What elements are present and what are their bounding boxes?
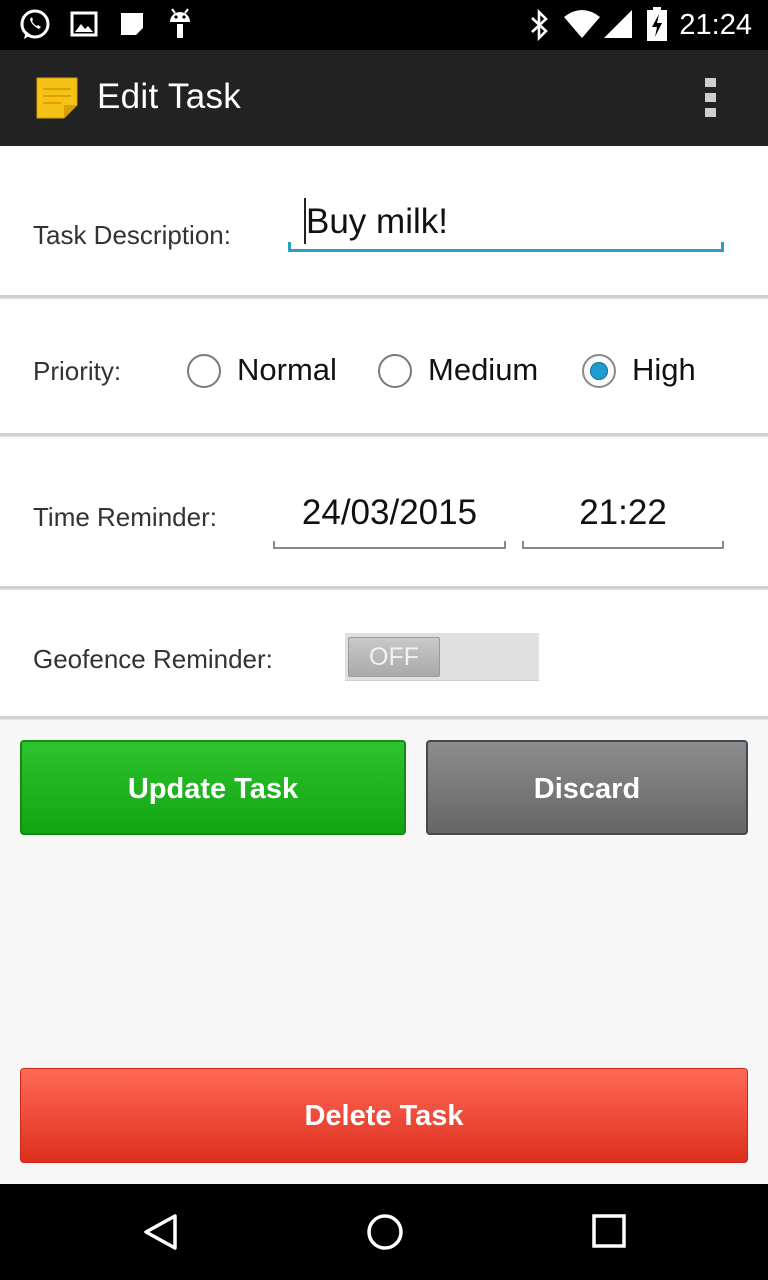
- time-picker[interactable]: 21:22: [522, 493, 724, 549]
- geofence-label: Geofence Reminder:: [33, 644, 273, 674]
- radio-high-label: High: [632, 352, 696, 387]
- task-description-label: Task Description:: [33, 220, 231, 250]
- switch-thumb: OFF: [348, 637, 440, 677]
- android-icon: [166, 6, 194, 47]
- update-task-button[interactable]: Update Task: [20, 740, 406, 835]
- note-icon: [118, 10, 146, 43]
- battery-charging-icon: [646, 6, 668, 47]
- radio-medium-label: Medium: [428, 352, 539, 387]
- overflow-menu-icon[interactable]: [698, 76, 726, 120]
- delete-task-button[interactable]: Delete Task: [20, 1068, 748, 1163]
- radio-high-circle: [582, 354, 616, 388]
- status-bar: 21:24: [0, 0, 768, 50]
- priority-label: Priority:: [33, 356, 122, 386]
- home-icon[interactable]: [365, 1212, 405, 1257]
- image-icon: [70, 10, 98, 43]
- radio-normal-circle: [187, 354, 221, 388]
- radio-medium-circle: [378, 354, 412, 388]
- input-edge-left: [288, 242, 291, 252]
- signal-icon: [603, 9, 633, 44]
- time-reminder-label: Time Reminder:: [33, 502, 217, 532]
- screen: 21:24 Edit Task Task Description: Buy mi…: [0, 0, 768, 1280]
- page-title: Edit Task: [97, 77, 242, 116]
- discard-button[interactable]: Discard: [426, 740, 748, 835]
- action-bar: Edit Task: [0, 50, 768, 146]
- time-value: 21:22: [579, 493, 667, 532]
- task-description-value: Buy milk!: [306, 202, 448, 241]
- status-time: 21:24: [679, 9, 752, 41]
- task-description-card: Task Description: Buy milk!: [0, 146, 768, 298]
- time-reminder-card: Time Reminder: 24/03/2015 21:22: [0, 438, 768, 589]
- date-picker[interactable]: 24/03/2015: [273, 493, 506, 549]
- sticky-note-icon: [34, 75, 80, 126]
- recents-icon[interactable]: [590, 1212, 630, 1257]
- geofence-card: Geofence Reminder: OFF: [0, 591, 768, 719]
- radio-normal-label: Normal: [237, 352, 337, 387]
- input-edge-right: [721, 242, 724, 252]
- geofence-switch[interactable]: OFF: [345, 633, 539, 681]
- back-icon[interactable]: [140, 1212, 180, 1257]
- navigation-bar: [0, 1184, 768, 1280]
- whatsapp-icon: [18, 8, 52, 47]
- wifi-icon: [563, 9, 601, 44]
- date-value: 24/03/2015: [301, 493, 478, 532]
- bluetooth-icon: [528, 8, 552, 46]
- priority-card: Priority: Normal Medium High: [0, 300, 768, 436]
- task-description-input[interactable]: Buy milk!: [288, 196, 724, 252]
